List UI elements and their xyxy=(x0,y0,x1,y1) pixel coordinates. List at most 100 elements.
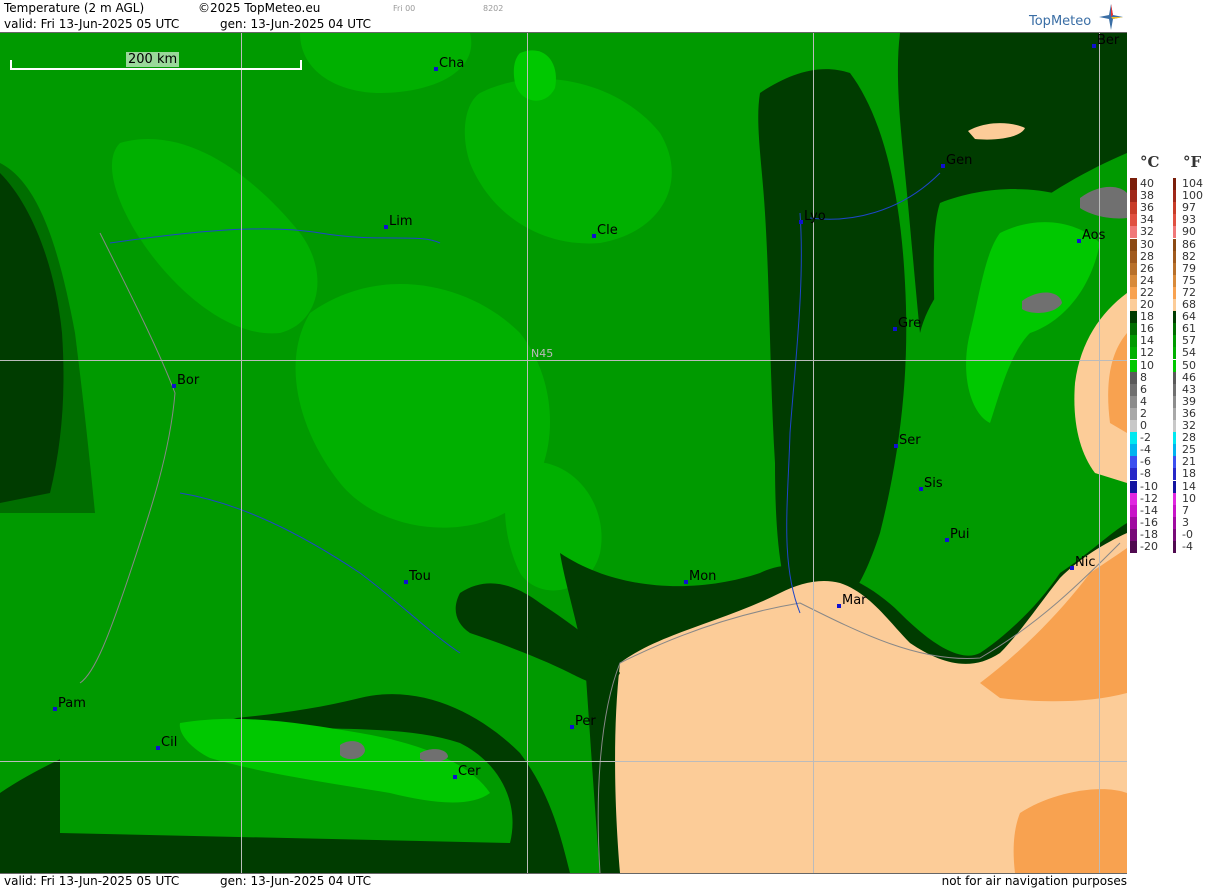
city-marker xyxy=(941,164,945,168)
celsius-tick: 0 xyxy=(1140,419,1147,432)
legend-color-swatch xyxy=(1130,432,1137,445)
legend-color-swatch xyxy=(1173,286,1176,299)
meridian-line xyxy=(527,33,528,873)
fahrenheit-tick: 54 xyxy=(1182,346,1196,360)
temperature-legend: °C °F 40 104 38 100 36 97 34 93 32 90 30 86 28 82 26 79… xyxy=(1128,0,1219,887)
celsius-tick: -16 xyxy=(1140,515,1158,529)
legend-color-swatch xyxy=(1130,456,1137,469)
fahrenheit-tick: 90 xyxy=(1182,225,1196,239)
city-marker xyxy=(945,538,949,542)
legend-color-swatch xyxy=(1130,444,1137,457)
celsius-tick: 32 xyxy=(1140,225,1154,239)
compass-star-icon xyxy=(1099,4,1123,30)
legend-color-swatch xyxy=(1173,214,1176,227)
city-marker xyxy=(799,220,803,224)
meridian-line xyxy=(241,33,242,873)
legend-color-swatch xyxy=(1173,202,1176,215)
celsius-tick: 10 xyxy=(1140,358,1154,372)
legend-color-swatch xyxy=(1173,432,1176,445)
run-label: Fri 00 xyxy=(393,4,416,13)
legend-color-swatch xyxy=(1130,371,1137,384)
legend-color-swatch xyxy=(1130,299,1137,311)
celsius-tick: 18 xyxy=(1140,310,1154,324)
fahrenheit-tick: 46 xyxy=(1182,370,1196,384)
city-label: Tou xyxy=(409,569,431,584)
legend-color-swatch xyxy=(1130,214,1137,227)
legend-color-swatch xyxy=(1130,250,1137,263)
city-marker xyxy=(434,67,438,71)
legend-color-swatch xyxy=(1173,323,1176,336)
temperature-map[interactable]: N45 200 km Cha Lim Cle Lyo Gen Ber Aos Gre Bor Se… xyxy=(0,33,1127,873)
city-marker xyxy=(1077,239,1081,243)
legend-color-swatch xyxy=(1130,262,1137,275)
footer-generated-time: gen: 13-Jun-2025 04 UTC xyxy=(220,874,372,888)
fahrenheit-tick: 43 xyxy=(1182,382,1196,396)
legend-color-swatch xyxy=(1130,492,1137,505)
celsius-tick: 28 xyxy=(1140,249,1154,263)
map-header: Temperature (2 m AGL) ©2025 TopMeteo.eu … xyxy=(0,0,1127,33)
fahrenheit-tick: 3 xyxy=(1182,515,1189,529)
city-marker xyxy=(156,746,160,750)
legend-color-swatch xyxy=(1130,383,1137,396)
topmeteo-logo[interactable]: TopMeteo xyxy=(1023,4,1123,30)
celsius-tick: 6 xyxy=(1140,382,1147,396)
product-title: Temperature (2 m AGL) xyxy=(4,1,145,15)
parallel-line xyxy=(0,761,1127,762)
celsius-tick: 38 xyxy=(1140,189,1154,203)
city-label: Ber xyxy=(1097,33,1120,48)
legend-color-swatch xyxy=(1173,516,1176,529)
city-marker xyxy=(592,234,596,238)
city-label: Ser xyxy=(899,433,921,448)
city-marker xyxy=(1092,44,1096,48)
footer-valid-time: valid: Fri 13-Jun-2025 05 UTC xyxy=(4,874,180,888)
latitude-label: N45 xyxy=(531,347,554,360)
fahrenheit-tick: 64 xyxy=(1182,310,1196,324)
celsius-tick: -8 xyxy=(1140,467,1151,481)
legend-color-swatch xyxy=(1173,250,1176,263)
legend-color-swatch xyxy=(1130,347,1137,360)
fahrenheit-tick: 79 xyxy=(1182,261,1196,275)
legend-color-swatch xyxy=(1130,407,1137,420)
fahrenheit-tick: 57 xyxy=(1182,334,1196,348)
fahrenheit-tick: 100 xyxy=(1182,189,1203,203)
city-label: Cer xyxy=(458,764,481,779)
celsius-tick: 30 xyxy=(1140,237,1154,251)
city-marker xyxy=(570,725,574,729)
legend-color-swatch xyxy=(1130,395,1137,408)
fahrenheit-tick: 68 xyxy=(1182,298,1196,311)
celsius-tick: 26 xyxy=(1140,261,1154,275)
city-marker xyxy=(172,384,176,388)
fahrenheit-tick: 28 xyxy=(1182,431,1196,445)
legend-color-swatch xyxy=(1130,311,1137,324)
legend-color-swatch xyxy=(1173,274,1176,287)
city-label: Per xyxy=(575,714,596,729)
legend-color-swatch xyxy=(1130,323,1137,336)
city-label: Cle xyxy=(597,223,618,238)
disclaimer: not for air navigation purposes xyxy=(941,874,1127,888)
legend-color-swatch xyxy=(1130,238,1137,251)
celsius-tick: 20 xyxy=(1140,298,1154,311)
city-label: Nic xyxy=(1075,555,1096,570)
legend-color-swatch xyxy=(1130,335,1137,348)
celsius-unit: °C xyxy=(1140,153,1160,171)
legend-color-swatch xyxy=(1173,190,1176,203)
legend-color-swatch xyxy=(1173,541,1176,553)
city-label: Cil xyxy=(161,735,178,750)
city-marker xyxy=(453,775,457,779)
celsius-tick: -20 xyxy=(1140,540,1158,553)
city-label: Lim xyxy=(389,214,413,229)
legend-color-swatch xyxy=(1130,468,1137,481)
celsius-tick: 40 xyxy=(1140,177,1154,190)
city-label: Lyo xyxy=(804,209,826,224)
celsius-tick: 14 xyxy=(1140,334,1154,348)
legend-color-swatch xyxy=(1130,286,1137,299)
fahrenheit-tick: -4 xyxy=(1182,540,1193,553)
celsius-tick: -2 xyxy=(1140,431,1151,445)
celsius-tick: -12 xyxy=(1140,491,1158,505)
legend-color-swatch xyxy=(1173,299,1176,311)
legend-color-swatch xyxy=(1173,226,1176,239)
legend-color-swatch xyxy=(1173,359,1176,372)
celsius-tick: 4 xyxy=(1140,394,1147,408)
legend-color-swatch xyxy=(1173,383,1176,396)
legend-color-swatch xyxy=(1130,190,1137,203)
